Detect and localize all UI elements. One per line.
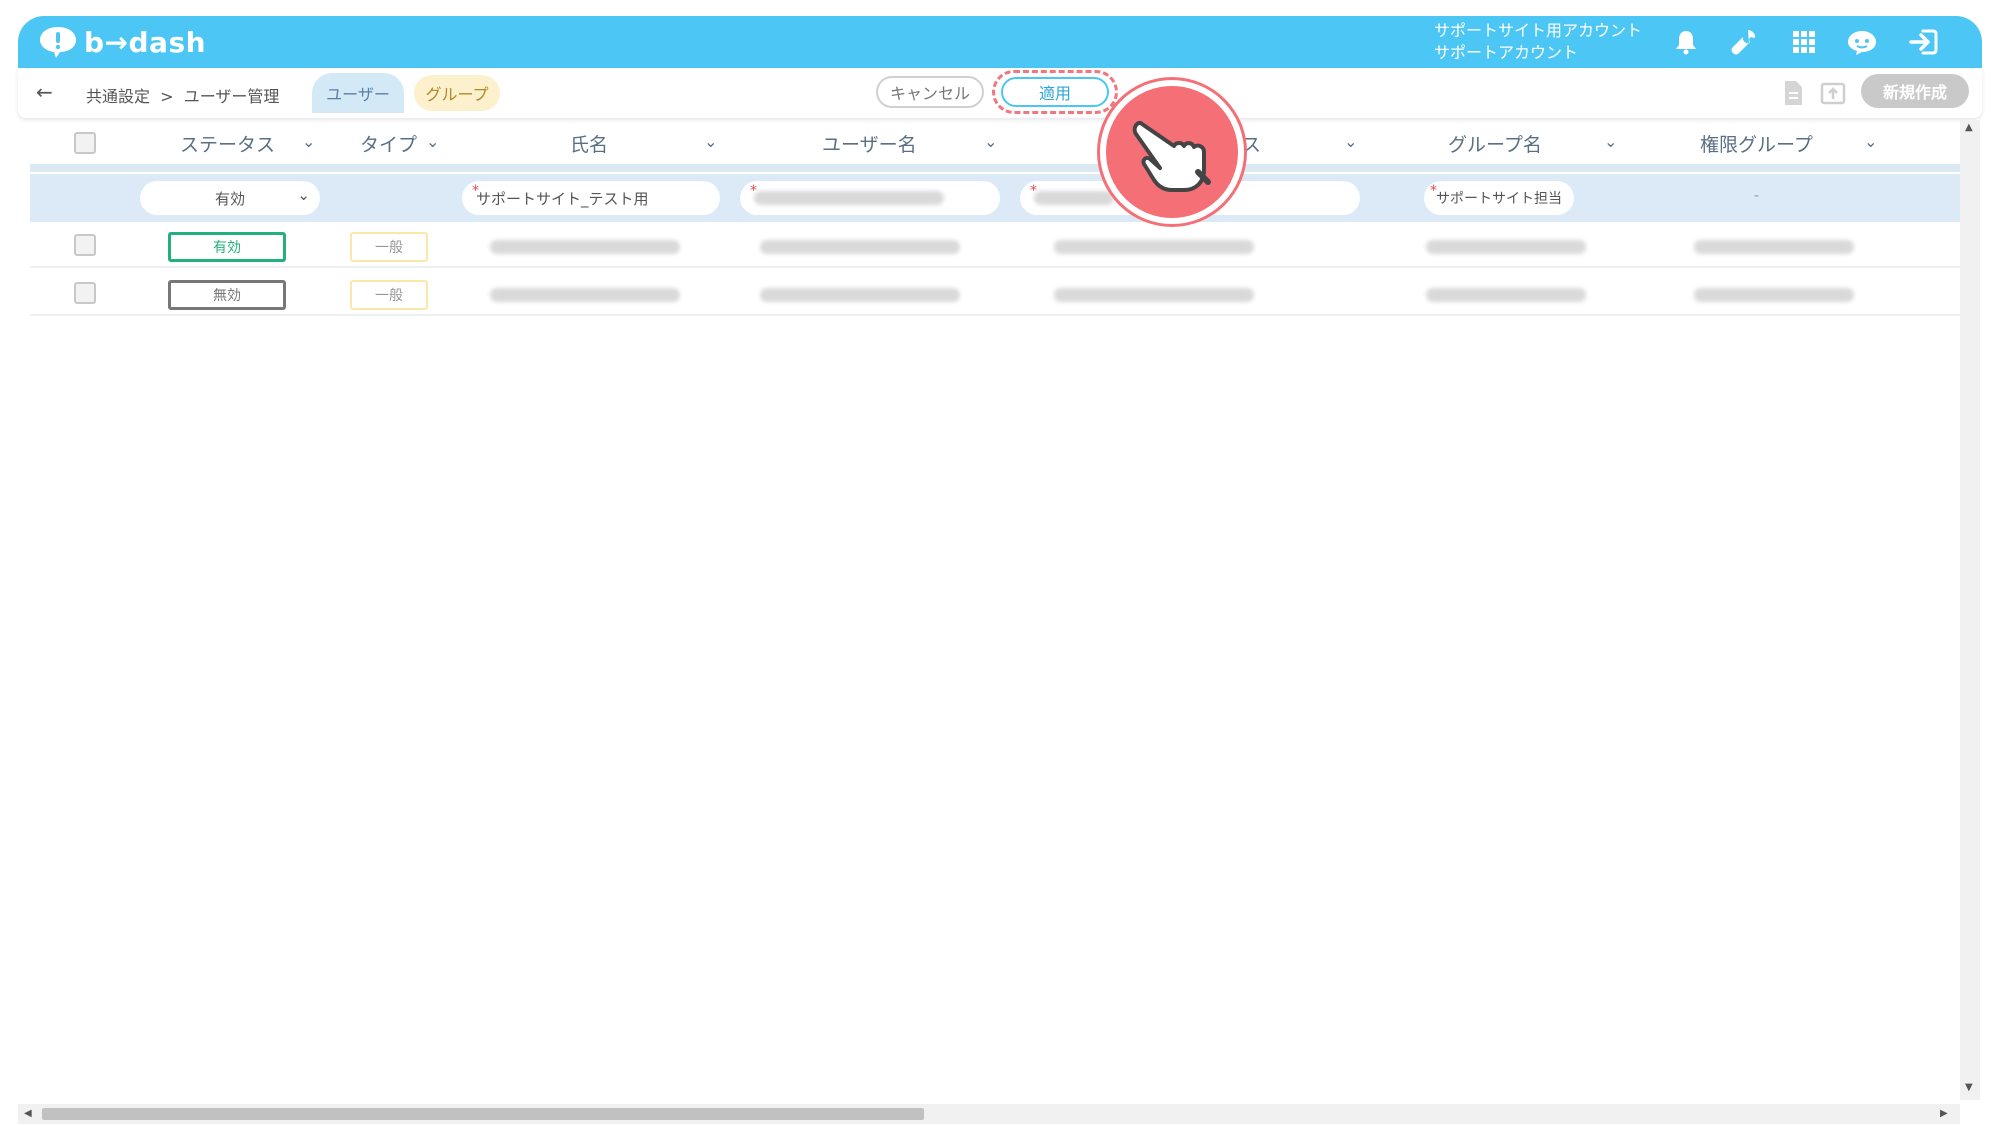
row-checkbox[interactable] [74,282,96,304]
brand-logo[interactable]: b→dash [38,24,206,60]
apply-highlight: 適用 [992,70,1118,114]
vertical-scrollbar[interactable]: ▲ ▼ [1960,120,1980,1100]
col-type[interactable]: タイプ [360,130,417,157]
group-filter-chip[interactable]: * サポートサイト担当 [1424,181,1574,215]
blurred-cell [1054,288,1254,302]
status-filter-value: 有効 [214,189,245,208]
required-mark: * [1430,183,1437,199]
horizontal-scroll-thumb[interactable] [42,1108,924,1120]
blurred-cell [1054,240,1254,254]
name-filter-value: サポートサイト_テスト用 [476,189,649,208]
permission-filter-value: - [1754,188,1760,204]
scroll-right-arrow-icon[interactable]: ▶ [1940,1108,1948,1119]
blurred-cell [1426,240,1586,254]
wrench-icon[interactable] [1728,26,1760,58]
cancel-button[interactable]: キャンセル [876,76,984,108]
blurred-value [754,191,944,205]
logout-icon[interactable] [1908,26,1940,58]
chevron-down-icon[interactable]: ⌄ [1604,132,1617,151]
new-create-button[interactable]: 新規作成 [1861,74,1969,108]
blurred-value [1034,191,1114,205]
table-row[interactable]: 有効 一般 [30,224,1966,268]
blurred-cell [490,240,680,254]
account-line-2: サポートアカウント [1434,43,1579,62]
blurred-cell [760,288,960,302]
blurred-cell [1694,240,1854,254]
select-all-checkbox[interactable] [74,132,96,154]
click-indicator [1100,80,1244,224]
export-icon[interactable] [1820,80,1846,106]
blurred-cell [760,240,960,254]
col-username[interactable]: ユーザー名 [822,130,917,157]
col-status[interactable]: ステータス [180,130,275,157]
header-divider [30,164,1966,172]
name-filter-input[interactable]: * サポートサイト_テスト用 [462,181,720,215]
chevron-down-icon[interactable]: ⌄ [704,132,717,151]
apply-button[interactable]: 適用 [1001,77,1109,107]
scroll-left-arrow-icon[interactable]: ◀ [24,1108,32,1119]
scroll-up-arrow-icon[interactable]: ▲ [1965,122,1973,133]
required-mark: * [472,183,479,199]
table-row[interactable]: 無効 一般 [30,272,1966,316]
scroll-down-arrow-icon[interactable]: ▼ [1965,1082,1973,1093]
status-filter-select[interactable]: 有効 ⌄ [140,181,320,215]
logo-icon [40,27,76,58]
app-window: b→dash サポートサイト用アカウント サポートアカウント ← 共通設定 > … [0,0,2000,1125]
account-line-1: サポートサイト用アカウント [1434,21,1643,40]
blurred-cell [1426,288,1586,302]
chevron-down-icon[interactable]: ⌄ [1344,132,1357,151]
username-filter-input[interactable]: * [740,181,1000,215]
top-header: b→dash サポートサイト用アカウント サポートアカウント [18,16,1982,68]
group-filter-value: サポートサイト担当 [1436,191,1562,207]
chevron-down-icon[interactable]: ⌄ [302,132,315,151]
table-header: ステータス ⌄ タイプ ⌄ 氏名 ⌄ ユーザー名 ⌄ ス ⌄ グループ名 ⌄ 権… [30,120,1966,164]
breadcrumb: 共通設定 > ユーザー管理 [86,87,280,106]
blurred-cell [490,288,680,302]
type-badge: 一般 [350,280,428,310]
blurred-cell [1694,288,1854,302]
support-chat-icon[interactable] [1846,26,1878,58]
brand-name: b→dash [84,25,207,59]
type-badge: 一般 [350,232,428,262]
bell-icon[interactable] [1670,26,1702,58]
tab-group[interactable]: グループ [414,75,500,111]
col-address[interactable]: ス [1242,130,1261,157]
back-arrow-icon[interactable]: ← [36,80,53,104]
chevron-down-icon: ⌄ [297,186,310,204]
tab-user[interactable]: ユーザー [312,73,404,113]
status-badge: 有効 [168,232,286,262]
toolbar: ← 共通設定 > ユーザー管理 ユーザー グループ キャンセル 適用 新規作成 [18,68,1982,118]
col-group[interactable]: グループ名 [1448,130,1542,157]
account-info[interactable]: サポートサイト用アカウント サポートアカウント [1434,20,1642,64]
chevron-down-icon[interactable]: ⌄ [426,132,439,151]
status-badge: 無効 [168,280,286,310]
col-permission[interactable]: 権限グループ [1700,130,1813,157]
chevron-down-icon[interactable]: ⌄ [984,132,997,151]
row-checkbox[interactable] [74,234,96,256]
document-icon[interactable] [1782,80,1808,106]
grid-icon[interactable] [1788,26,1820,58]
col-name[interactable]: 氏名 [570,130,608,157]
horizontal-scrollbar[interactable]: ◀ ▶ [18,1104,1960,1124]
chevron-down-icon[interactable]: ⌄ [1864,132,1877,151]
pointing-hand-icon [1132,121,1211,192]
filter-row: 有効 ⌄ * サポートサイト_テスト用 * * * サポートサイト担当 - [30,174,1966,222]
